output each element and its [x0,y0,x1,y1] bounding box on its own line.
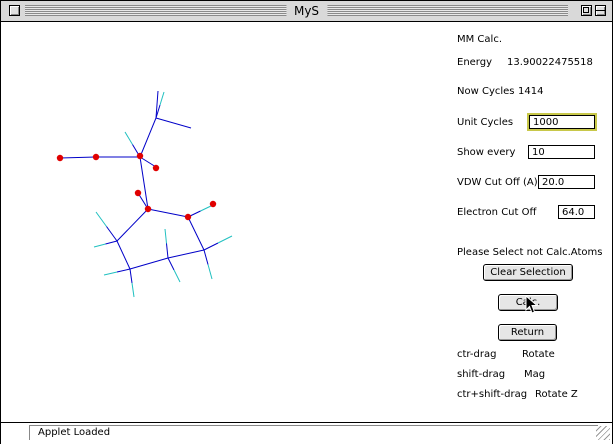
close-icon[interactable] [9,5,20,16]
bond-line [203,249,209,265]
bond-line [116,208,149,242]
selected-atom[interactable] [209,200,217,208]
window-title: MyS [285,4,328,18]
help-effect-mag: Mag [524,369,546,380]
bond-line [167,249,205,259]
hydrogen-bond-line [159,91,165,106]
bond-line [129,257,169,270]
unit-cycles-field[interactable]: 1000 [527,113,597,131]
applet-content: MM Calc. Energy 13.90022475518 Now Cycle… [8,22,607,420]
bond-line [116,268,131,273]
help-effect-rotate-z: Rotate Z [535,389,578,400]
selected-atom[interactable] [152,164,160,172]
show-every-label: Show every [457,147,516,158]
selected-atom[interactable] [56,154,64,162]
zoom-icon[interactable] [581,5,592,16]
selected-atom[interactable] [144,205,152,213]
vdw-cutoff-field[interactable]: 20.0 [538,175,595,189]
title-bar[interactable]: MyS [1,1,612,22]
bond-line [105,240,118,245]
hydrogen-bond-line [93,243,106,248]
vdw-cutoff-label: VDW Cut Off (A) [457,177,538,188]
status-text: Applet Loaded [29,425,598,440]
bond-line [155,117,192,129]
hydrogen-bond-line [124,131,133,145]
help-effect-rotate: Rotate [522,349,555,360]
energy-label: Energy [457,57,493,68]
selected-atom[interactable] [184,213,192,221]
resize-grip-icon[interactable] [596,426,610,440]
bond-line [187,216,205,251]
bond-line [139,156,157,168]
hydrogen-bond-line [131,282,135,298]
mouse-pointer-icon [525,295,539,314]
now-cycles-label: Now Cycles [457,86,515,97]
hydrogen-bond-line [95,211,107,227]
status-bar: Applet Loaded [1,422,612,444]
hydrogen-bond-line [217,235,233,244]
help-action-mag: shift-drag [457,369,506,380]
selected-atom[interactable] [134,189,142,197]
electron-cutoff-label: Electron Cut Off [457,207,537,218]
unit-cycles-label: Unit Cycles [457,117,514,128]
return-button[interactable]: Return [498,324,557,341]
select-message: Please Select not Calc.Atoms [457,247,603,258]
energy-value: 13.90022475518 [507,57,593,68]
help-action-rotate: ctr-drag [457,349,497,360]
hydrogen-bond-line [207,264,213,280]
bond-line [106,226,118,242]
bond-line [139,156,149,210]
selected-atom[interactable] [136,152,144,160]
bond-line [167,257,175,271]
hydrogen-bond-line [173,269,181,283]
clear-selection-button[interactable]: Clear Selection [483,264,573,281]
electron-cutoff-field[interactable]: 64.0 [558,205,595,219]
show-every-field[interactable]: 10 [528,145,595,159]
bond-line [203,242,219,251]
bond-line [129,268,133,284]
bond-line [116,240,131,270]
now-cycles-value: 1414 [518,86,544,97]
hydrogen-bond-line [103,271,118,276]
bond-line [139,117,157,158]
mm-calc-title: MM Calc. [457,34,502,45]
applet-window: MyS MM Calc. Energy 13.90022475518 Now C… [0,0,613,444]
collapse-icon[interactable] [595,5,606,16]
bond-line [147,208,189,218]
bond-line [59,156,97,159]
bond-line [166,243,169,259]
help-action-rotate-z: ctr+shift-drag [457,389,528,400]
selected-atom[interactable] [92,153,100,161]
molecule-canvas[interactable] [8,22,438,420]
hydrogen-bond-line [164,228,167,244]
